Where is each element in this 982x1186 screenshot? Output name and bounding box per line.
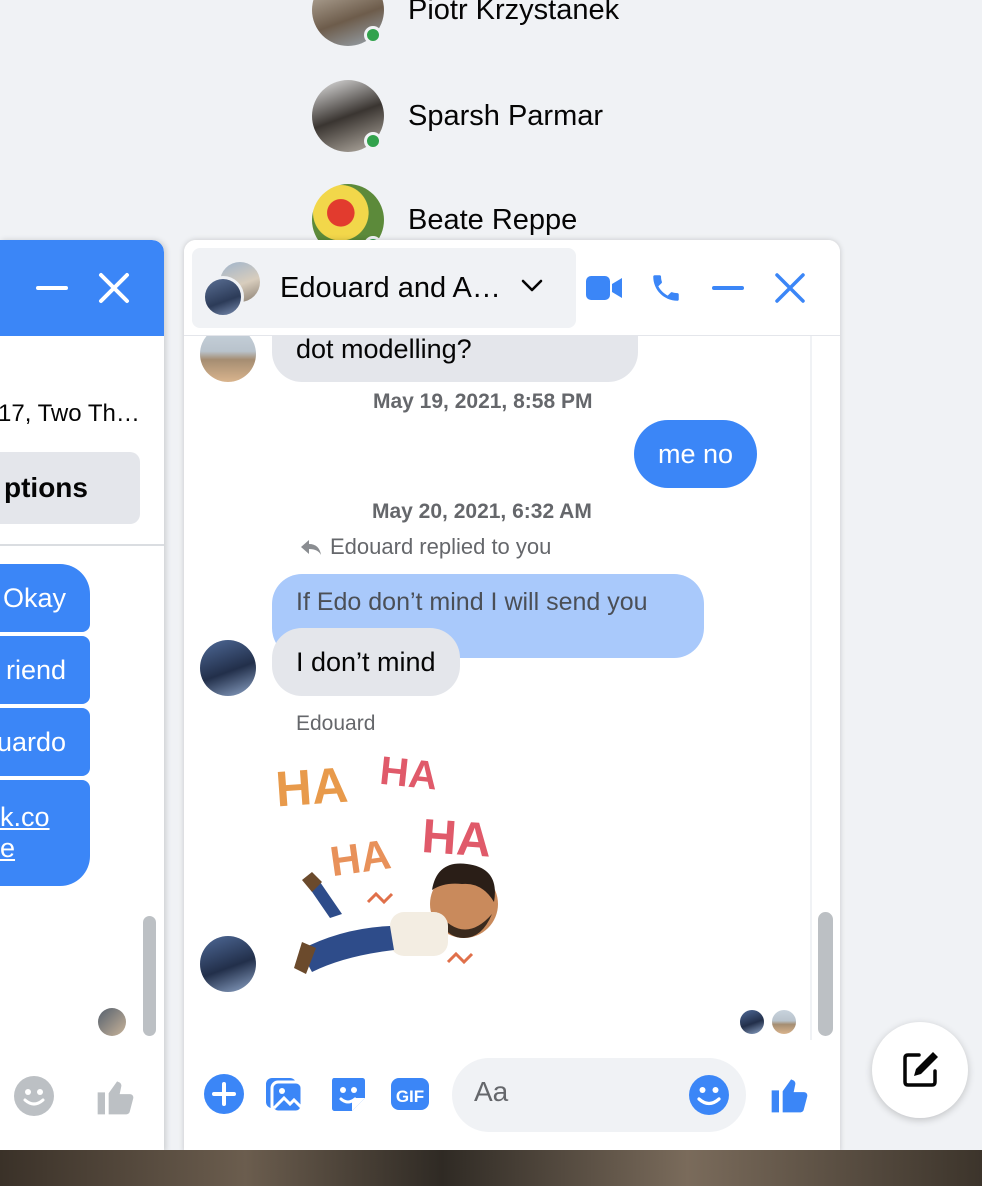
message-text: uardo [0,726,66,757]
avatar [200,936,256,992]
message-text: I don’t mind [296,646,436,677]
avatar [202,276,244,318]
divider [0,544,164,546]
sticker-word: HA [420,810,493,868]
timestamp: May 20, 2021, 6:32 AM [372,500,592,523]
message-text: If Edo don’t mind I will send you [296,588,648,616]
avatar [312,0,384,46]
emoji-icon[interactable] [14,1076,54,1116]
reply-label: Edouard replied to you [330,534,552,559]
message-text: dot modelling? [296,336,472,364]
contact-name: Sparsh Parmar [408,99,604,132]
phone-icon[interactable] [646,268,686,308]
chat-title: Edouard and A… [280,271,501,304]
avatar [312,80,384,152]
gif-icon[interactable]: GIF [388,1072,432,1116]
message-link[interactable]: e [0,833,15,864]
message-bubble[interactable]: k.co e [0,780,90,886]
message-list[interactable]: dot modelling? May 19, 2021, 8:58 PM me … [184,336,840,1040]
sticker-word: HA [327,830,394,885]
contact-piotr[interactable]: Piotr Krzystanek [312,0,619,46]
options-button[interactable]: ptions [0,452,140,524]
sticker-word: HA [378,749,440,799]
message-input[interactable] [474,1076,684,1108]
minimize-icon[interactable] [34,268,70,308]
compose-icon [903,1052,938,1087]
reply-arrow-icon [301,540,321,555]
message-text: riend [5,654,66,685]
message-input-wrapper [452,1058,746,1132]
message-text: me no [658,438,734,469]
left-chat-subtitle: 17, Two Th… [0,400,140,427]
seen-avatar [738,1008,766,1036]
options-label: ptions [4,472,88,503]
message-text: Okay [2,582,66,613]
message-bubble[interactable]: Okay [0,564,90,632]
thumbs-up-icon[interactable] [94,1074,138,1123]
message-bubble[interactable]: dot modelling? [272,336,638,382]
timestamp: May 19, 2021, 8:58 PM [373,390,593,413]
close-icon[interactable] [772,270,808,306]
chat-window: Edouard and A… dot modelling? May 19, 20… [184,240,840,1152]
chat-title-button[interactable]: Edouard and A… [192,248,576,328]
avatar [200,336,256,382]
svg-text:GIF: GIF [396,1087,424,1106]
chat-header: Edouard and A… [184,240,840,336]
contact-name: Beate Reppe [408,203,578,236]
close-icon[interactable] [96,270,132,306]
group-avatar [200,256,264,320]
scrollbar[interactable] [143,916,156,1036]
sender-name: Edouard [296,712,376,735]
seen-avatar [98,1008,126,1036]
video-camera-icon[interactable] [584,268,624,308]
reply-indicator: Edouard replied to you [300,534,551,560]
contact-name: Piotr Krzystanek [408,0,620,26]
left-chat-window: 17, Two Th… ptions Okay riend uardo k.co… [0,240,164,1152]
sticker-word: HA [274,757,350,818]
message-bubble[interactable]: me no [634,420,758,488]
image-icon[interactable] [262,1072,306,1116]
composer: GIF [184,1040,840,1152]
emoji-icon[interactable] [688,1074,730,1116]
message-bubble[interactable]: uardo [0,708,90,776]
scroll-track [810,336,812,1040]
chevron-down-icon [521,279,543,298]
message-bubble[interactable]: riend [0,636,90,704]
laughing-sticker[interactable]: HA HA HA HA [272,742,518,992]
contact-sparsh[interactable]: Sparsh Parmar [312,80,603,152]
message-link[interactable]: k.co [0,802,50,833]
desktop-background [0,1150,982,1186]
thumbs-up-icon[interactable] [768,1072,812,1116]
online-indicator [364,26,382,44]
scrollbar[interactable] [818,912,833,1036]
seen-avatar [770,1008,798,1036]
plus-icon[interactable] [202,1072,246,1116]
left-chat-header [0,240,164,336]
sticker-icon[interactable] [326,1072,370,1116]
avatar [200,640,256,696]
online-indicator [364,132,382,150]
new-message-button[interactable] [872,1022,968,1118]
message-bubble[interactable]: I don’t mind [272,628,460,696]
minimize-icon[interactable] [710,268,746,308]
